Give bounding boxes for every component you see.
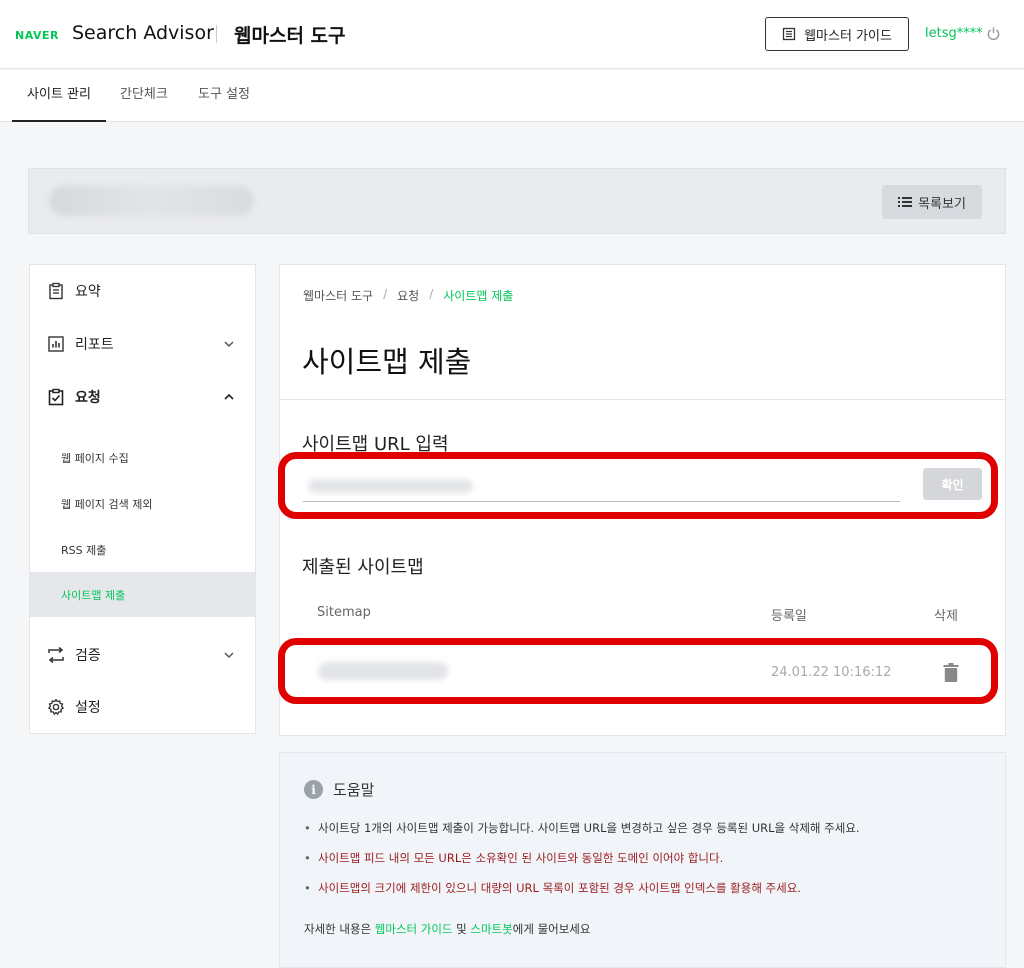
main-tabs: 사이트 관리 간단체크 도구 설정 — [0, 70, 1024, 122]
sidebar-item-summary[interactable]: 요약 — [30, 265, 255, 317]
help-panel: i 도움말 사이트당 1개의 사이트맵 제출이 가능합니다. 사이트맵 URL을… — [279, 752, 1006, 968]
tab-site-management[interactable]: 사이트 관리 — [12, 70, 106, 122]
divider — [280, 399, 1005, 400]
tab-tool-settings[interactable]: 도구 설정 — [198, 70, 250, 122]
column-header-sitemap: Sitemap — [317, 605, 371, 620]
sidebar-subitem-web-page-collect[interactable]: 웹 페이지 수집 — [30, 435, 255, 480]
sidebar-subitem-sitemap-submit[interactable]: 사이트맵 제출 — [30, 572, 255, 617]
tab-simple-check[interactable]: 간단체크 — [120, 70, 168, 122]
sidebar-item-label: 검증 — [75, 648, 101, 664]
submitted-sitemap-label: 제출된 사이트맵 — [302, 557, 424, 578]
column-header-date: 등록일 — [771, 609, 807, 624]
webmaster-guide-label: 웹마스터 가이드 — [804, 28, 892, 44]
sidebar-item-label: 리포트 — [75, 337, 114, 353]
highlight-sitemap-row — [278, 638, 998, 704]
help-title: i 도움말 — [304, 779, 374, 800]
sidebar-item-report[interactable]: 리포트 — [30, 318, 255, 370]
clipboard-check-icon — [48, 388, 64, 406]
help-item: 사이트당 1개의 사이트맵 제출이 가능합니다. 사이트맵 URL을 변경하고 … — [304, 821, 860, 836]
breadcrumb-webmaster-tools[interactable]: 웹마스터 도구 — [303, 287, 373, 304]
highlight-url-input — [278, 452, 998, 519]
sidebar-subitem-rss-submit[interactable]: RSS 제출 — [30, 527, 255, 572]
breadcrumb-separator: / — [383, 287, 388, 301]
chart-icon — [48, 336, 64, 352]
chevron-down-icon — [224, 652, 234, 659]
sidebar-item-verify[interactable]: 검증 — [30, 629, 255, 681]
list-view-label: 목록보기 — [918, 196, 966, 212]
sidebar-item-request[interactable]: 요청 — [30, 371, 255, 423]
help-item: 사이트맵의 크기에 제한이 있으니 대량의 URL 목록이 포함된 경우 사이트… — [304, 881, 860, 896]
column-header-delete: 삭제 — [934, 609, 958, 624]
list-icon — [898, 197, 913, 207]
list-view-button[interactable]: 목록보기 — [882, 185, 982, 219]
logo-divider — [216, 25, 217, 43]
webmaster-guide-button[interactable]: 웹마스터 가이드 — [765, 17, 909, 51]
sidebar-item-label: 요약 — [75, 284, 101, 300]
chevron-up-icon — [224, 393, 234, 400]
gear-icon — [48, 698, 64, 715]
sidebar-subitem-web-page-exclude[interactable]: 웹 페이지 검색 제외 — [30, 481, 255, 526]
logout-power-icon[interactable] — [986, 26, 1001, 41]
sidebar: 요약 리포트 요청 웹 페이지 수집 웹 페이지 검색 제외 RSS 제출 사이… — [29, 264, 256, 734]
sidebar-item-settings[interactable]: 설정 — [30, 681, 255, 733]
breadcrumb-request[interactable]: 요청 — [397, 287, 419, 304]
book-icon — [782, 27, 796, 41]
smartbot-link[interactable]: 스마트봇 — [470, 922, 512, 936]
help-footer-prefix: 자세한 내용은 — [304, 922, 372, 936]
info-icon: i — [304, 780, 323, 799]
help-title-label: 도움말 — [333, 781, 375, 799]
help-list: 사이트당 1개의 사이트맵 제출이 가능합니다. 사이트맵 URL을 변경하고 … — [304, 821, 860, 911]
webmaster-guide-link[interactable]: 웹마스터 가이드 — [375, 922, 453, 936]
breadcrumb: 웹마스터 도구 / 요청 / 사이트맵 제출 — [303, 287, 513, 304]
help-footer-and: 및 — [456, 922, 467, 936]
tool-title[interactable]: 웹마스터 도구 — [234, 21, 346, 48]
user-id[interactable]: letsg**** — [925, 26, 983, 41]
page-title: 사이트맵 제출 — [302, 345, 472, 379]
sidebar-item-label: 요청 — [75, 390, 101, 406]
chevron-down-icon — [224, 341, 234, 348]
top-header: NAVER Search Advisor 웹마스터 도구 웹마스터 가이드 le… — [0, 0, 1024, 69]
breadcrumb-current: 사이트맵 제출 — [443, 289, 514, 303]
breadcrumb-separator: / — [429, 287, 434, 301]
search-advisor-logo[interactable]: Search Advisor — [72, 22, 214, 44]
help-item: 사이트맵 피드 내의 모든 URL은 소유확인 된 사이트와 동일한 도메인 이… — [304, 851, 860, 866]
help-footer: 자세한 내용은 웹마스터 가이드 및 스마트봇에게 물어보세요 — [304, 921, 590, 937]
help-footer-suffix: 에게 물어보세요 — [512, 922, 591, 936]
site-url-redacted[interactable] — [49, 186, 254, 216]
swap-arrows-icon — [48, 646, 64, 664]
sidebar-item-label: 설정 — [75, 700, 101, 716]
site-selector-bar: 목록보기 — [28, 168, 1006, 234]
clipboard-icon — [49, 282, 63, 300]
naver-logo[interactable]: NAVER — [15, 29, 59, 42]
